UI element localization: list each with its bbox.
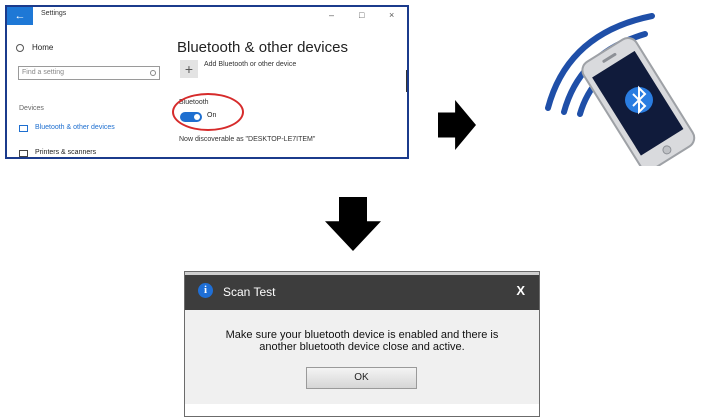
dialog-message-line-2: another bluetooth device close and activ… — [259, 341, 465, 353]
dialog-close-button[interactable]: X — [516, 283, 525, 298]
phone-bluetooth-illustration — [545, 13, 696, 166]
add-device-button[interactable]: + — [180, 60, 198, 78]
scan-test-dialog: i Scan Test X Make sure your bluetooth d… — [184, 271, 540, 417]
add-device-label[interactable]: Add Bluetooth or other device — [204, 61, 296, 68]
ok-button[interactable]: OK — [306, 367, 417, 389]
settings-titlebar: ← Settings – □ × — [7, 7, 407, 25]
highlight-ellipse — [172, 93, 244, 131]
search-placeholder: Find a setting — [22, 69, 65, 76]
home-link[interactable]: Home — [32, 43, 53, 52]
dialog-title: Scan Test — [223, 285, 276, 299]
maximize-button[interactable]: □ — [359, 10, 364, 20]
bluetooth-icon — [625, 85, 653, 115]
minimize-button[interactable]: – — [329, 10, 334, 20]
window-close-button[interactable]: × — [389, 10, 394, 20]
settings-window-title: Settings — [41, 10, 67, 17]
sidebar-item-bluetooth[interactable]: Bluetooth & other devices — [35, 124, 115, 131]
devices-heading: Devices — [19, 105, 44, 112]
scrollbar-thumb[interactable] — [406, 70, 407, 92]
right-arrow-icon — [438, 100, 476, 150]
discoverable-status: Now discoverable as "DESKTOP-LE7ITEM" — [179, 136, 316, 143]
sidebar-item-printers[interactable]: Printers & scanners — [35, 149, 96, 156]
dialog-message-line-1: Make sure your bluetooth device is enabl… — [225, 329, 499, 341]
dialog-message: Make sure your bluetooth device is enabl… — [185, 329, 539, 353]
printer-icon — [19, 150, 28, 157]
page-title: Bluetooth & other devices — [177, 39, 348, 56]
home-icon[interactable] — [16, 44, 24, 52]
down-arrow-icon — [325, 197, 381, 251]
dialog-titlebar: i Scan Test X — [185, 272, 539, 310]
settings-window: ← Settings – □ × Home Find a setting Dev… — [5, 5, 409, 159]
search-input[interactable]: Find a setting — [18, 66, 160, 80]
info-icon: i — [198, 283, 213, 298]
back-button[interactable]: ← — [7, 7, 33, 25]
dialog-footer — [185, 404, 539, 416]
search-icon[interactable] — [150, 70, 156, 76]
bluetooth-devices-icon — [19, 125, 28, 132]
